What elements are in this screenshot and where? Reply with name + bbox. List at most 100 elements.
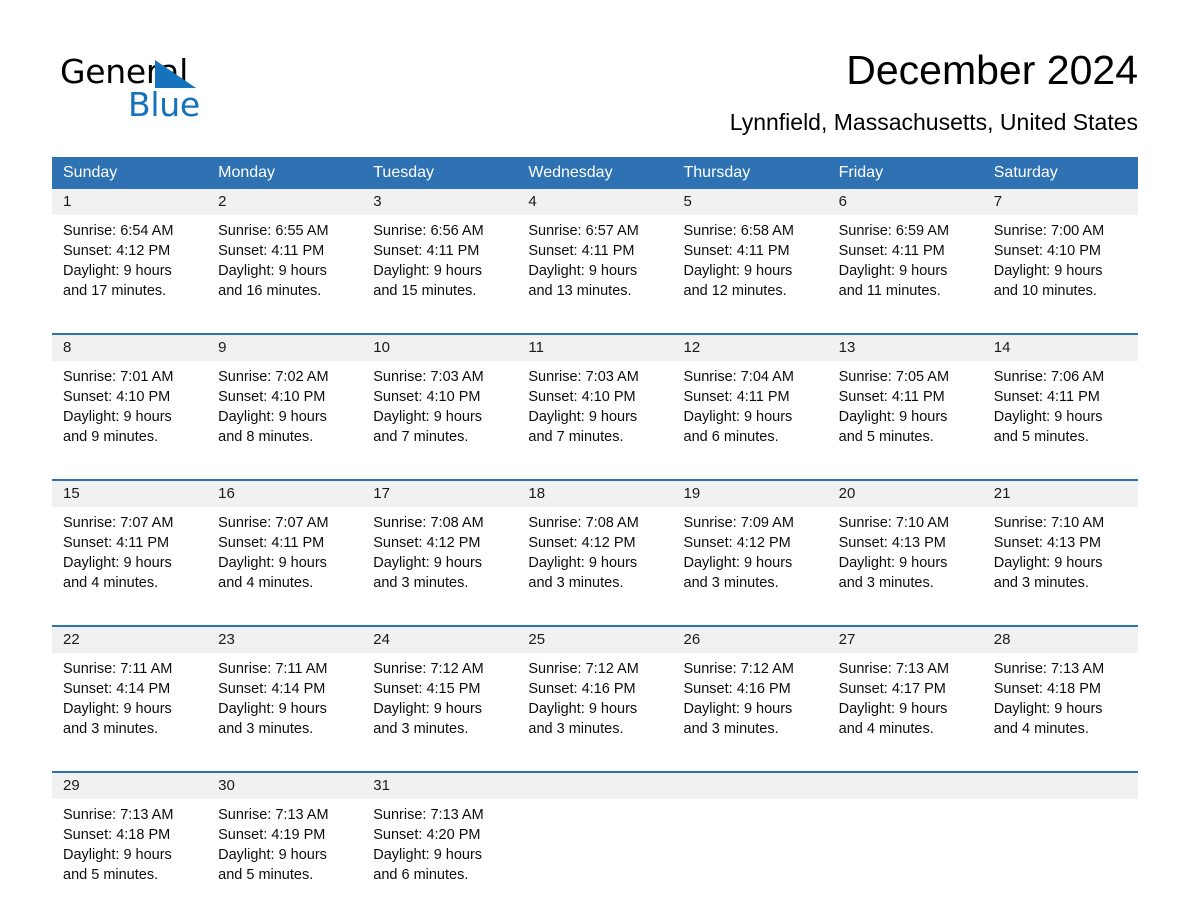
- calendar-day-cell[interactable]: 14 Sunrise: 7:06 AM Sunset: 4:11 PM Dayl…: [983, 335, 1138, 470]
- day-sun-info: Sunrise: 7:01 AM Sunset: 4:10 PM Dayligh…: [63, 369, 174, 445]
- calendar-week-row: 1 Sunrise: 6:54 AM Sunset: 4:12 PM Dayli…: [52, 189, 1138, 324]
- weekday-header-sunday: Sunday: [63, 164, 118, 181]
- logo-text-blue: Blue: [128, 85, 200, 124]
- day-sun-info: Sunrise: 7:12 AM Sunset: 4:16 PM Dayligh…: [528, 661, 639, 737]
- calendar-day-cell[interactable]: 21 Sunrise: 7:10 AM Sunset: 4:13 PM Dayl…: [983, 481, 1138, 616]
- calendar-day-cell[interactable]: 12 Sunrise: 7:04 AM Sunset: 4:11 PM Dayl…: [673, 335, 828, 470]
- page-title: December 2024: [846, 47, 1138, 93]
- calendar-day-cell[interactable]: 19 Sunrise: 7:09 AM Sunset: 4:12 PM Dayl…: [673, 481, 828, 616]
- weekday-header-thursday: Thursday: [683, 164, 751, 181]
- day-sun-info: Sunrise: 7:03 AM Sunset: 4:10 PM Dayligh…: [528, 369, 639, 445]
- calendar-day-cell[interactable]: 5 Sunrise: 6:58 AM Sunset: 4:11 PM Dayli…: [673, 189, 828, 324]
- calendar-day-cell[interactable]: 11 Sunrise: 7:03 AM Sunset: 4:10 PM Dayl…: [517, 335, 672, 470]
- calendar-day-cell[interactable]: 29 Sunrise: 7:13 AM Sunset: 4:18 PM Dayl…: [52, 773, 207, 908]
- day-sun-info: Sunrise: 6:54 AM Sunset: 4:12 PM Dayligh…: [63, 223, 174, 299]
- weekday-header-monday: Monday: [218, 164, 276, 181]
- calendar-day-cell[interactable]: 9 Sunrise: 7:02 AM Sunset: 4:10 PM Dayli…: [207, 335, 362, 470]
- calendar-day-cell[interactable]: 26 Sunrise: 7:12 AM Sunset: 4:16 PM Dayl…: [673, 627, 828, 762]
- page-header: General Blue December 2024 Lynnfield, Ma…: [52, 44, 1138, 149]
- weekday-header-row: Sunday Monday Tuesday Wednesday Thursday…: [52, 157, 1138, 189]
- calendar-day-cell[interactable]: 20 Sunrise: 7:10 AM Sunset: 4:13 PM Dayl…: [828, 481, 983, 616]
- day-number: 11: [528, 339, 544, 356]
- day-sun-info: Sunrise: 7:05 AM Sunset: 4:11 PM Dayligh…: [838, 369, 950, 445]
- day-sun-info: Sunrise: 7:10 AM Sunset: 4:13 PM Dayligh…: [838, 515, 950, 591]
- calendar-table: Sunday Monday Tuesday Wednesday Thursday…: [52, 157, 1138, 908]
- calendar-day-cell[interactable]: 4 Sunrise: 6:57 AM Sunset: 4:11 PM Dayli…: [517, 189, 672, 324]
- calendar-day-cell[interactable]: 15 Sunrise: 7:07 AM Sunset: 4:11 PM Dayl…: [52, 481, 207, 616]
- calendar-day-cell[interactable]: 18 Sunrise: 7:08 AM Sunset: 4:12 PM Dayl…: [517, 481, 672, 616]
- day-sun-info: Sunrise: 7:07 AM Sunset: 4:11 PM Dayligh…: [218, 515, 329, 591]
- calendar-day-cell[interactable]: 24 Sunrise: 7:12 AM Sunset: 4:15 PM Dayl…: [362, 627, 517, 762]
- calendar-day-cell[interactable]: 31 Sunrise: 7:13 AM Sunset: 4:20 PM Dayl…: [362, 773, 517, 908]
- day-sun-info: Sunrise: 7:13 AM Sunset: 4:17 PM Dayligh…: [838, 661, 950, 737]
- day-number: 20: [838, 485, 856, 502]
- calendar-day-cell[interactable]: 28 Sunrise: 7:13 AM Sunset: 4:18 PM Dayl…: [983, 627, 1138, 762]
- day-number: 31: [373, 777, 390, 794]
- day-sun-info: Sunrise: 7:04 AM Sunset: 4:11 PM Dayligh…: [683, 369, 794, 445]
- day-sun-info: Sunrise: 7:13 AM Sunset: 4:18 PM Dayligh…: [63, 807, 174, 883]
- calendar-day-cell[interactable]: 17 Sunrise: 7:08 AM Sunset: 4:12 PM Dayl…: [362, 481, 517, 616]
- day-sun-info: Sunrise: 7:02 AM Sunset: 4:10 PM Dayligh…: [218, 369, 329, 445]
- calendar-day-cell[interactable]: 13 Sunrise: 7:05 AM Sunset: 4:11 PM Dayl…: [828, 335, 983, 470]
- day-sun-info: Sunrise: 6:59 AM Sunset: 4:11 PM Dayligh…: [838, 223, 950, 299]
- day-sun-info: Sunrise: 7:10 AM Sunset: 4:13 PM Dayligh…: [993, 515, 1105, 591]
- day-number: 6: [838, 193, 847, 210]
- calendar-day-cell[interactable]: 7 Sunrise: 7:00 AM Sunset: 4:10 PM Dayli…: [983, 189, 1138, 324]
- day-number: 21: [993, 485, 1011, 502]
- day-sun-info: Sunrise: 7:13 AM Sunset: 4:20 PM Dayligh…: [373, 807, 484, 883]
- day-number: 5: [683, 193, 692, 210]
- weekday-header-friday: Friday: [838, 164, 884, 181]
- calendar-page: General Blue December 2024 Lynnfield, Ma…: [0, 0, 1188, 918]
- calendar-day-cell[interactable]: 10 Sunrise: 7:03 AM Sunset: 4:10 PM Dayl…: [362, 335, 517, 470]
- day-number: 12: [683, 339, 701, 356]
- day-number: 3: [373, 193, 382, 210]
- calendar-day-cell[interactable]: 22 Sunrise: 7:11 AM Sunset: 4:14 PM Dayl…: [52, 627, 207, 762]
- general-blue-logo[interactable]: General Blue: [60, 54, 260, 130]
- day-sun-info: Sunrise: 7:13 AM Sunset: 4:19 PM Dayligh…: [218, 807, 329, 883]
- calendar-week-row: 8 Sunrise: 7:01 AM Sunset: 4:10 PM Dayli…: [52, 333, 1138, 470]
- day-number: 27: [838, 631, 856, 648]
- day-sun-info: Sunrise: 7:11 AM Sunset: 4:14 PM Dayligh…: [63, 661, 173, 737]
- title-block: December 2024 Lynnfield, Massachusetts, …: [730, 44, 1138, 136]
- day-number: [839, 773, 983, 799]
- day-number: 17: [373, 485, 390, 502]
- calendar-week-row: 29 Sunrise: 7:13 AM Sunset: 4:18 PM Dayl…: [52, 771, 1138, 908]
- day-sun-info: Sunrise: 7:12 AM Sunset: 4:15 PM Dayligh…: [373, 661, 484, 737]
- day-sun-info: Sunrise: 7:08 AM Sunset: 4:12 PM Dayligh…: [373, 515, 484, 591]
- day-number: 30: [218, 777, 235, 794]
- triangle-icon: [155, 60, 196, 88]
- day-number: 13: [838, 339, 856, 356]
- day-number: 22: [63, 631, 80, 648]
- day-sun-info: Sunrise: 7:07 AM Sunset: 4:11 PM Dayligh…: [63, 515, 174, 591]
- calendar-day-cell[interactable]: 16 Sunrise: 7:07 AM Sunset: 4:11 PM Dayl…: [207, 481, 362, 616]
- calendar-day-cell[interactable]: 1 Sunrise: 6:54 AM Sunset: 4:12 PM Dayli…: [52, 189, 207, 324]
- day-sun-info: Sunrise: 6:57 AM Sunset: 4:11 PM Dayligh…: [528, 223, 639, 299]
- calendar-day-cell[interactable]: 2 Sunrise: 6:55 AM Sunset: 4:11 PM Dayli…: [207, 189, 362, 324]
- day-sun-info: Sunrise: 6:58 AM Sunset: 4:11 PM Dayligh…: [683, 223, 794, 299]
- calendar-day-cell[interactable]: 27 Sunrise: 7:13 AM Sunset: 4:17 PM Dayl…: [828, 627, 983, 762]
- calendar-day-cell[interactable]: 30 Sunrise: 7:13 AM Sunset: 4:19 PM Dayl…: [207, 773, 362, 908]
- location-subtitle: Lynnfield, Massachusetts, United States: [729, 109, 1138, 135]
- row-spacer: [52, 616, 1138, 625]
- day-sun-info: Sunrise: 7:11 AM Sunset: 4:14 PM Dayligh…: [218, 661, 328, 737]
- calendar-day-cell[interactable]: 25 Sunrise: 7:12 AM Sunset: 4:16 PM Dayl…: [517, 627, 672, 762]
- calendar-day-cell[interactable]: 3 Sunrise: 6:56 AM Sunset: 4:11 PM Dayli…: [362, 189, 517, 324]
- day-sun-info: Sunrise: 7:03 AM Sunset: 4:10 PM Dayligh…: [373, 369, 484, 445]
- row-spacer: [52, 470, 1138, 479]
- day-number: 4: [528, 193, 537, 210]
- day-sun-info: Sunrise: 6:56 AM Sunset: 4:11 PM Dayligh…: [373, 223, 484, 299]
- day-number: 18: [528, 485, 546, 502]
- day-sun-info: Sunrise: 6:55 AM Sunset: 4:11 PM Dayligh…: [218, 223, 329, 299]
- calendar-day-cell-empty: [983, 773, 1138, 908]
- calendar-day-cell[interactable]: 23 Sunrise: 7:11 AM Sunset: 4:14 PM Dayl…: [207, 627, 362, 762]
- calendar-day-cell[interactable]: 8 Sunrise: 7:01 AM Sunset: 4:10 PM Dayli…: [52, 335, 207, 470]
- weekday-header-saturday: Saturday: [993, 164, 1058, 181]
- calendar-day-cell-empty: [828, 773, 983, 908]
- calendar-day-cell[interactable]: 6 Sunrise: 6:59 AM Sunset: 4:11 PM Dayli…: [828, 189, 983, 324]
- calendar-day-cell-empty: [517, 773, 672, 908]
- day-sun-info: Sunrise: 7:13 AM Sunset: 4:18 PM Dayligh…: [993, 661, 1105, 737]
- day-number: 15: [63, 485, 80, 502]
- day-number: 26: [683, 631, 701, 648]
- day-number: 9: [218, 339, 227, 356]
- day-number: 24: [373, 631, 390, 648]
